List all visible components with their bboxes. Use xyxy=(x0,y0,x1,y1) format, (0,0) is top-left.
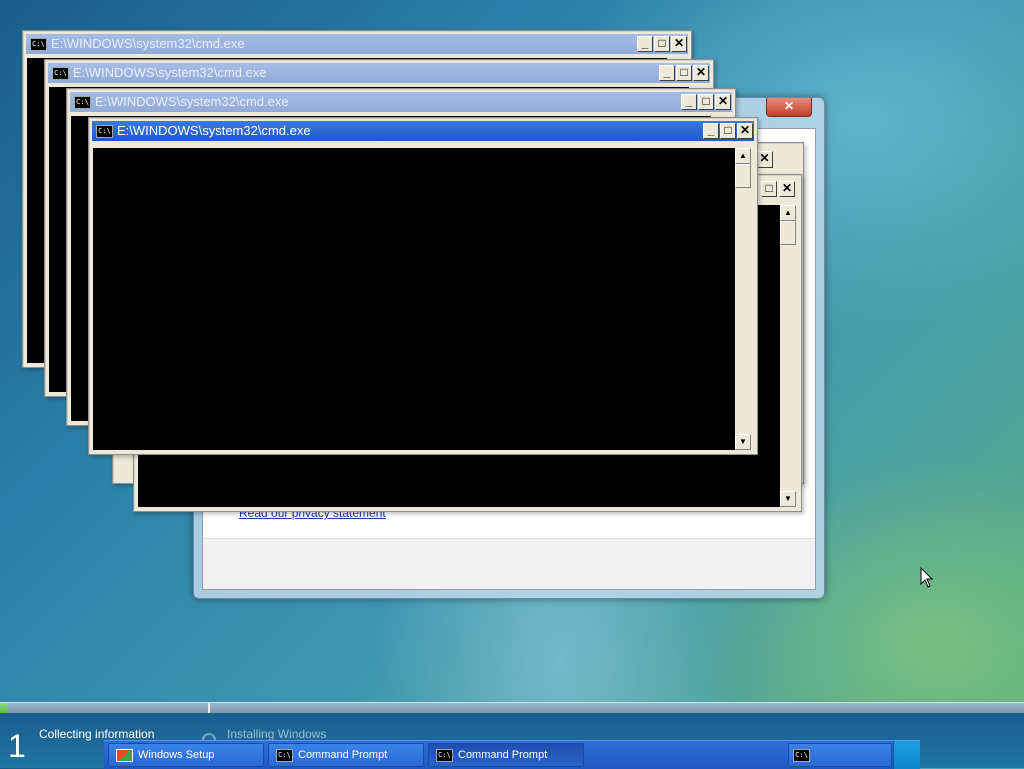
close-button[interactable]: ✕ xyxy=(671,36,687,52)
maximize-button[interactable]: □ xyxy=(720,123,736,139)
window-title: E:\WINDOWS\system32\cmd.exe xyxy=(117,123,311,138)
cmd-icon: C:\ xyxy=(793,749,810,762)
taskbar: Windows Setup C:\ Command Prompt C:\ Com… xyxy=(104,740,920,769)
scroll-down-arrow[interactable]: ▼ xyxy=(735,434,751,450)
cmd-icon: C:\ xyxy=(96,125,113,138)
cmd-icon: C:\ xyxy=(276,749,293,762)
maximize-button[interactable]: □ xyxy=(761,181,777,197)
cmd-icon: C:\ xyxy=(52,67,69,80)
system-tray xyxy=(893,741,920,769)
scroll-up-arrow[interactable]: ▲ xyxy=(780,205,796,221)
minimize-button[interactable]: _ xyxy=(681,94,697,110)
progress-step-divider xyxy=(208,703,210,713)
mouse-cursor-icon xyxy=(920,567,934,588)
setup-progress-fill xyxy=(0,703,8,713)
console-area[interactable] xyxy=(93,148,735,450)
vertical-scrollbar[interactable]: ▲ ▼ xyxy=(780,205,796,507)
cmd-icon: C:\ xyxy=(30,38,47,51)
cmd-window-active: C:\ E:\WINDOWS\system32\cmd.exe _ □ ✕ ▲ … xyxy=(88,117,758,455)
step-collecting-information: Collecting information xyxy=(39,727,155,741)
cmd-icon: C:\ xyxy=(74,96,91,109)
taskbar-item-label: Command Prompt xyxy=(298,749,388,761)
minimize-button[interactable]: _ xyxy=(703,123,719,139)
window-title: E:\WINDOWS\system32\cmd.exe xyxy=(95,94,289,109)
setup-close-button[interactable]: ✕ xyxy=(766,98,812,117)
scroll-up-arrow[interactable]: ▲ xyxy=(735,148,751,164)
minimize-button[interactable]: _ xyxy=(637,36,653,52)
taskbar-item-command-prompt-3[interactable]: C:\ xyxy=(788,743,892,767)
title-bar[interactable]: C:\ E:\WINDOWS\system32\cmd.exe _ □ ✕ xyxy=(70,92,732,112)
taskbar-item-command-prompt-1[interactable]: C:\ Command Prompt xyxy=(268,743,424,767)
maximize-button[interactable]: □ xyxy=(698,94,714,110)
taskbar-item-label: Command Prompt xyxy=(458,749,548,761)
close-button[interactable]: ✕ xyxy=(737,123,753,139)
window-title: E:\WINDOWS\system32\cmd.exe xyxy=(51,36,245,51)
close-button[interactable]: ✕ xyxy=(756,151,773,168)
scroll-thumb[interactable] xyxy=(735,164,751,188)
taskbar-item-windows-setup[interactable]: Windows Setup xyxy=(108,743,264,767)
scroll-thumb[interactable] xyxy=(780,221,796,245)
close-button[interactable]: ✕ xyxy=(693,65,709,81)
title-bar[interactable]: C:\ E:\WINDOWS\system32\cmd.exe _ □ ✕ xyxy=(92,121,754,141)
maximize-button[interactable]: □ xyxy=(676,65,692,81)
close-button[interactable]: ✕ xyxy=(779,181,795,197)
vertical-scrollbar[interactable]: ▲ ▼ xyxy=(735,148,751,450)
title-bar[interactable]: C:\ E:\WINDOWS\system32\cmd.exe _ □ ✕ xyxy=(48,63,710,83)
step-number: 1 xyxy=(8,728,26,764)
setup-footer xyxy=(203,538,815,589)
scroll-down-arrow[interactable]: ▼ xyxy=(780,491,796,507)
taskbar-item-command-prompt-2[interactable]: C:\ Command Prompt xyxy=(428,743,584,767)
step-installing-windows: Installing Windows xyxy=(227,727,327,741)
title-bar[interactable]: C:\ E:\WINDOWS\system32\cmd.exe _ □ ✕ xyxy=(26,34,688,54)
maximize-button[interactable]: □ xyxy=(654,36,670,52)
minimize-button[interactable]: _ xyxy=(659,65,675,81)
taskbar-item-label: Windows Setup xyxy=(138,749,215,761)
windows-setup-icon xyxy=(116,749,133,762)
cmd-icon: C:\ xyxy=(436,749,453,762)
window-title: E:\WINDOWS\system32\cmd.exe xyxy=(73,65,267,80)
setup-progress-bar xyxy=(0,702,1024,713)
close-button[interactable]: ✕ xyxy=(715,94,731,110)
